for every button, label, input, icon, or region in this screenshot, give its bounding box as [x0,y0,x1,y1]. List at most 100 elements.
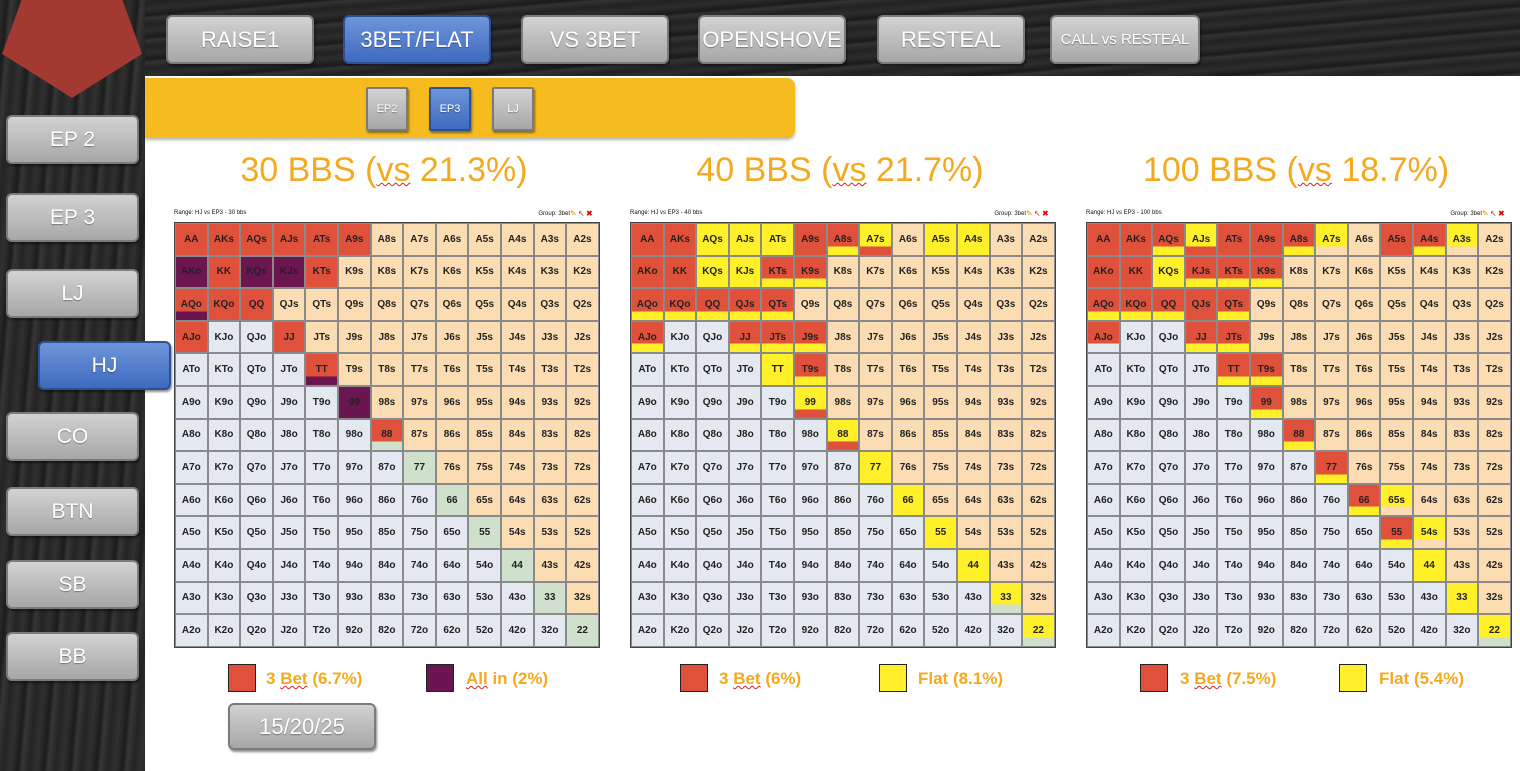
hand-cell[interactable]: Q8s [1282,288,1316,321]
edit-icon[interactable]: ✎ [570,210,578,218]
tab-raise1[interactable]: RAISE1 [166,15,314,64]
hand-cell[interactable]: K9s [1249,255,1283,289]
hand-cell[interactable]: A9s [793,223,827,256]
hand-cell[interactable]: 74o [403,548,436,582]
hand-cell[interactable]: J5s [468,320,501,354]
hand-cell[interactable]: J2o [728,614,762,647]
hand-cell[interactable]: A5s [1380,223,1413,256]
hand-cell[interactable]: T2s [1478,353,1511,386]
hand-cell[interactable]: Q8o [696,418,729,452]
hand-cell[interactable]: A5o [631,516,664,549]
hand-cell[interactable]: K3s [533,255,567,289]
hand-cell[interactable]: 64o [435,548,469,582]
hand-cell[interactable]: A2s [1022,223,1055,256]
hand-cell[interactable]: JTs [761,320,794,354]
hand-cell[interactable]: KJo [1119,320,1153,354]
hand-cell[interactable]: 54o [1380,548,1413,582]
hand-cell[interactable]: AQs [240,223,273,256]
hand-cell[interactable]: J8s [1282,320,1316,354]
hand-cell[interactable]: K5o [1119,516,1153,549]
hand-cell[interactable]: 83s [1445,418,1479,452]
hand-cell[interactable]: K6o [207,483,241,517]
hand-cell[interactable]: 88 [826,418,860,452]
hand-cell[interactable]: Q3o [1152,581,1185,615]
hand-cell[interactable]: A4s [956,223,990,256]
hand-cell[interactable]: 33 [1445,581,1479,615]
hand-cell[interactable]: 74s [500,451,534,484]
hand-cell[interactable]: T4s [956,353,990,386]
hand-cell[interactable]: 64o [891,548,925,582]
hand-cell[interactable]: T6o [1217,483,1250,517]
hand-cell[interactable]: KQs [1152,255,1185,289]
hand-cell[interactable]: 82o [370,614,404,647]
hand-cell[interactable]: Q6s [1347,288,1381,321]
hand-cell[interactable]: 55 [468,516,501,549]
hand-cell[interactable]: 43s [533,548,567,582]
hand-cell[interactable]: K3o [663,581,697,615]
hand-cell[interactable]: A5o [175,516,208,549]
hand-cell[interactable]: K2s [1022,255,1055,289]
hand-cell[interactable]: K6o [1119,483,1153,517]
hand-cell[interactable]: 65o [435,516,469,549]
hand-cell[interactable]: Q4o [240,548,273,582]
hand-cell[interactable]: KJo [207,320,241,354]
hand-cell[interactable]: Q2s [566,288,599,321]
hand-cell[interactable]: 82s [1022,418,1055,452]
hand-cell[interactable]: 73o [1315,581,1348,615]
hand-cell[interactable]: 82s [566,418,599,452]
hand-cell[interactable]: 83o [826,581,860,615]
hand-cell[interactable]: AKs [207,223,241,256]
hand-cell[interactable]: Q3o [240,581,273,615]
hand-cell[interactable]: T6o [305,483,338,517]
hand-cell[interactable]: 97s [859,385,892,419]
hand-cell[interactable]: A9s [1249,223,1283,256]
hand-cell[interactable]: A3o [631,581,664,615]
hand-cell[interactable]: K5o [207,516,241,549]
hand-cell[interactable]: A4o [631,548,664,582]
close-icon[interactable]: ✖ [586,210,594,218]
hand-cell[interactable]: 95o [1249,516,1283,549]
hand-cell[interactable]: J8o [1184,418,1218,452]
hand-cell[interactable]: A7s [1315,223,1348,256]
hand-cell[interactable]: K9o [207,385,241,419]
hand-cell[interactable]: 77 [403,451,436,484]
hand-cell[interactable]: KK [1119,255,1153,289]
hand-cell[interactable]: 86o [1282,483,1316,517]
hand-cell[interactable]: Q2s [1022,288,1055,321]
hand-cell[interactable]: K4o [1119,548,1153,582]
hand-cell[interactable]: T6s [891,353,925,386]
hand-cell[interactable]: A7o [1087,451,1120,484]
hand-cell[interactable]: QQ [696,288,729,321]
hand-cell[interactable]: J2s [1478,320,1511,354]
sidebar-item-ep2[interactable]: EP 2 [6,115,139,164]
hand-cell[interactable]: 94s [1412,385,1446,419]
hand-cell[interactable]: 83o [370,581,404,615]
hand-cell[interactable]: 52s [1022,516,1055,549]
sidebar-item-co[interactable]: CO [6,412,139,461]
hand-cell[interactable]: J6s [435,320,469,354]
hand-cell[interactable]: 92o [1249,614,1283,647]
hand-cell[interactable]: 87s [1315,418,1348,452]
hand-cell[interactable]: 63s [533,483,567,517]
hand-cell[interactable]: KTo [1119,353,1153,386]
hand-cell[interactable]: 77 [1315,451,1348,484]
hand-cell[interactable]: 33 [989,581,1023,615]
hand-cell[interactable]: J5o [728,516,762,549]
hand-cell[interactable]: T8o [761,418,794,452]
hand-cell[interactable]: Q5o [1152,516,1185,549]
hand-cell[interactable]: 65s [468,483,501,517]
hand-cell[interactable]: J2s [1022,320,1055,354]
hand-cell[interactable]: 88 [1282,418,1316,452]
hand-cell[interactable]: K3s [1445,255,1479,289]
hand-cell[interactable]: AA [631,223,664,256]
hand-cell[interactable]: 76o [403,483,436,517]
hand-cell[interactable]: 85s [468,418,501,452]
hand-cell[interactable]: 53o [468,581,501,615]
hand-cell[interactable]: 98o [1249,418,1283,452]
hand-cell[interactable]: T3s [989,353,1023,386]
hand-cell[interactable]: A3o [1087,581,1120,615]
hand-cell[interactable]: Q6o [1152,483,1185,517]
hand-cell[interactable]: 52o [1380,614,1413,647]
hand-cell[interactable]: 52o [468,614,501,647]
hand-cell[interactable]: 86s [891,418,925,452]
